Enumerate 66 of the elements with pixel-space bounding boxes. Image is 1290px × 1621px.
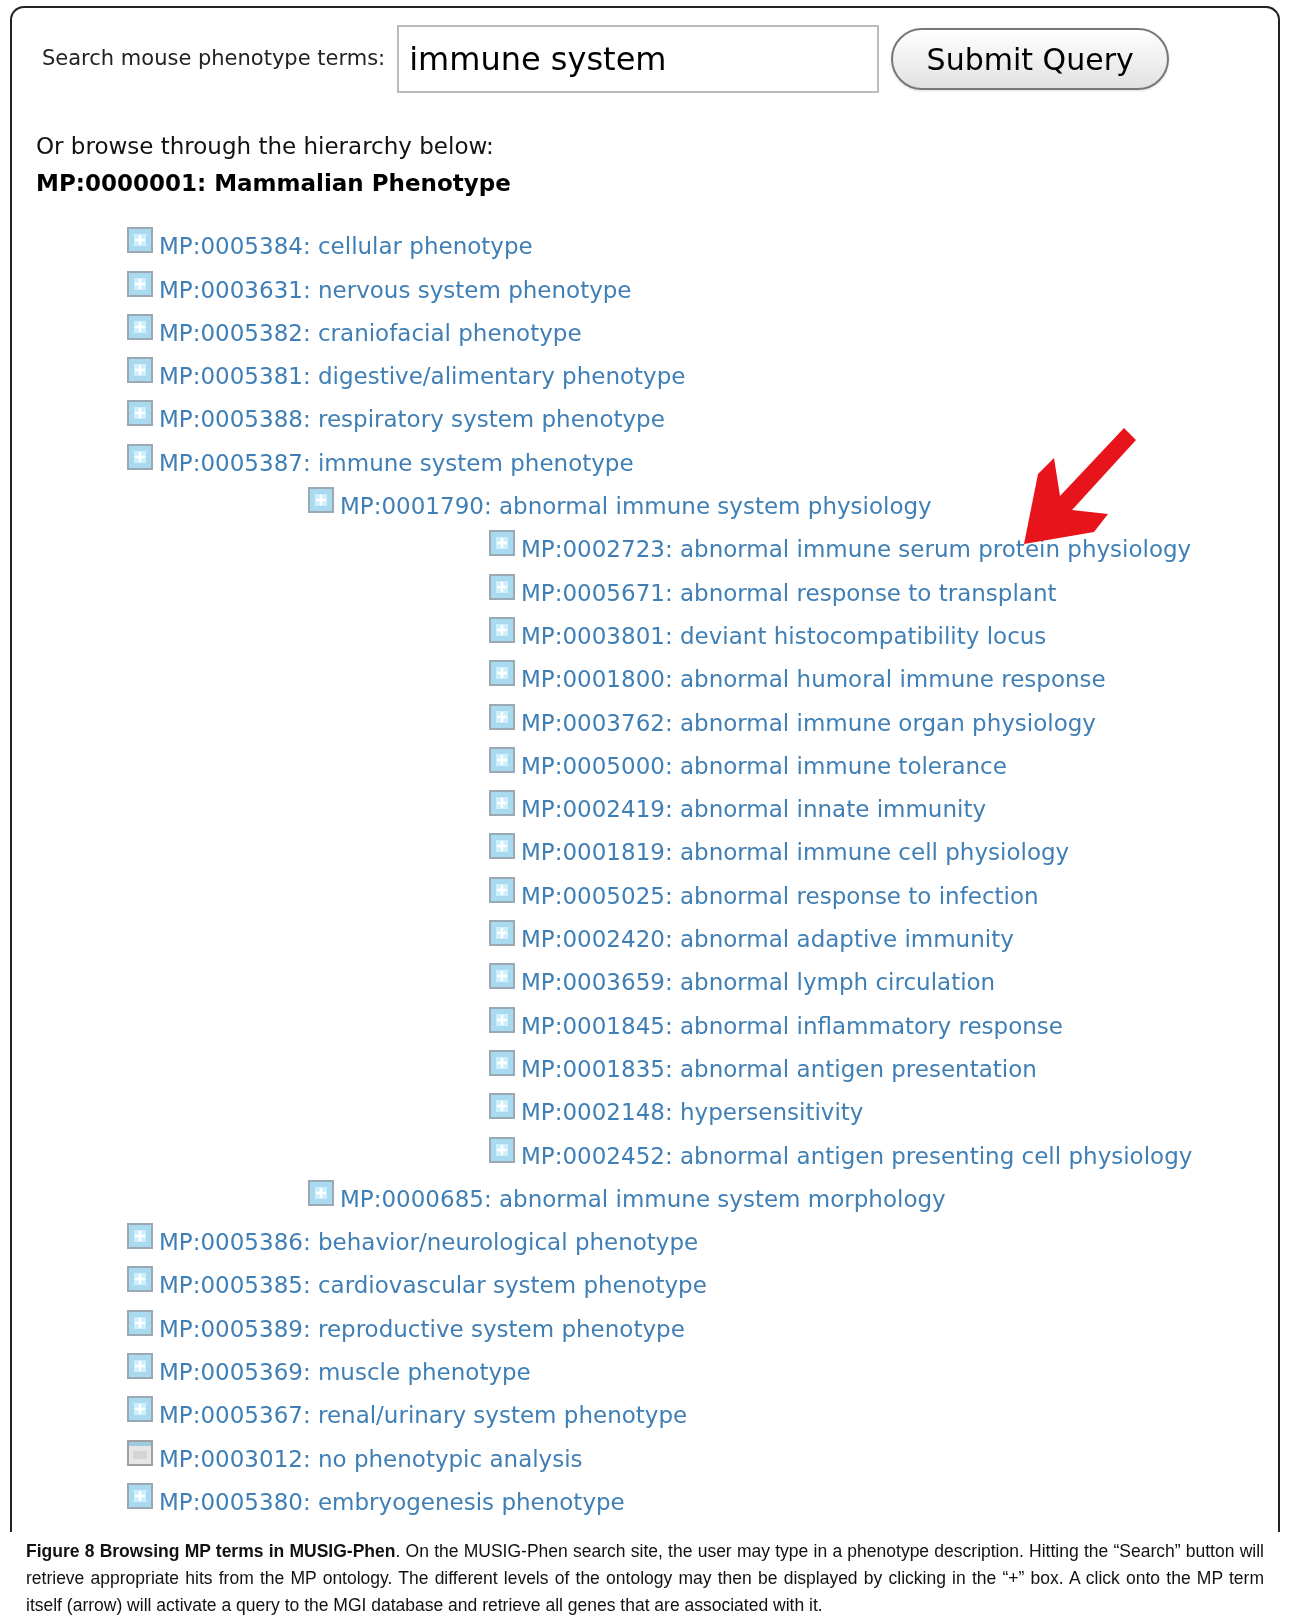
term-link[interactable]: MP:0003631: nervous system phenotype: [159, 274, 632, 305]
expand-icon[interactable]: [489, 746, 515, 773]
term-link[interactable]: MP:0002452: abnormal antigen presenting cell physiology: [521, 1140, 1193, 1171]
term-link[interactable]: MP:0005385: cardiovascular system phenotype: [159, 1270, 707, 1301]
root-term: MP:0000001: Mammalian Phenotype: [36, 168, 512, 198]
term-link[interactable]: MP:0002420: abnormal adaptive immunity: [521, 924, 1014, 955]
expand-icon[interactable]: [127, 1309, 153, 1336]
expand-icon[interactable]: [489, 1049, 515, 1076]
term-link[interactable]: MP:0005671: abnormal response to transplant: [521, 577, 1057, 608]
term-link[interactable]: MP:0005384: cellular phenotype: [159, 231, 533, 262]
term-link[interactable]: MP:0005000: abnormal immune tolerance: [521, 750, 1007, 781]
expand-icon[interactable]: [489, 790, 515, 817]
term-link[interactable]: MP:0003801: deviant histocompatibility locus: [521, 620, 1047, 651]
expand-icon[interactable]: [127, 1223, 153, 1250]
expand-icon[interactable]: [489, 573, 515, 600]
expand-icon[interactable]: [489, 920, 515, 947]
term-link[interactable]: MP:0001845: abnormal inflammatory response: [521, 1010, 1063, 1041]
term-link[interactable]: MP:0002723: abnormal immune serum protein physiology: [521, 534, 1192, 565]
expand-icon[interactable]: [127, 400, 153, 427]
term-link[interactable]: MP:0003762: abnormal immune organ physiology: [521, 707, 1096, 738]
term-link[interactable]: MP:0001800: abnormal humoral immune response: [521, 664, 1106, 695]
term-link[interactable]: MP:0003659: abnormal lymph circulation: [521, 967, 996, 998]
search-label: Search mouse phenotype terms:: [42, 45, 386, 73]
term-link[interactable]: MP:0000685: abnormal immune system morphology: [340, 1183, 946, 1214]
term-link[interactable]: MP:0001790: abnormal immune system physiology: [340, 491, 932, 522]
expand-icon[interactable]: [127, 1353, 153, 1379]
expand-icon[interactable]: [127, 1396, 153, 1423]
expand-icon[interactable]: [127, 227, 153, 254]
browse-hint: Or browse through the hierarchy below:: [36, 132, 495, 161]
expand-icon[interactable]: [127, 270, 153, 297]
term-link[interactable]: MP:0005380: embryogenesis phenotype: [159, 1486, 625, 1517]
expand-icon[interactable]: [489, 1136, 515, 1163]
term-link[interactable]: MP:0005025: abnormal response to infection: [521, 880, 1039, 911]
term-link[interactable]: MP:0001819: abnormal immune cell physiology: [521, 837, 1070, 868]
expand-icon[interactable]: [489, 1006, 515, 1033]
expand-icon[interactable]: [489, 1093, 515, 1120]
term-link[interactable]: MP:0005369: muscle phenotype: [159, 1357, 531, 1387]
submit-button[interactable]: Submit Query: [891, 28, 1170, 90]
expand-icon[interactable]: [489, 963, 515, 990]
term-link[interactable]: MP:0005386: behavior/neurological phenotype: [159, 1227, 699, 1258]
expand-icon[interactable]: [489, 833, 515, 860]
expand-icon[interactable]: [127, 1266, 153, 1293]
term-link[interactable]: MP:0005382: craniofacial phenotype: [159, 317, 582, 348]
expand-icon[interactable]: [308, 1179, 334, 1206]
term-link[interactable]: MP:0005381: digestive/alimentary phenotype: [159, 361, 686, 392]
term-link[interactable]: MP:0005367: renal/urinary system phenotype: [159, 1400, 688, 1431]
expand-icon[interactable]: [489, 616, 515, 643]
term-link[interactable]: MP:0003012: no phenotypic analysis: [159, 1443, 583, 1474]
term-link[interactable]: MP:0005389: reproductive system phenotype: [159, 1313, 685, 1344]
term-link[interactable]: MP:0001835: abnormal antigen presentation: [521, 1053, 1037, 1084]
term-link[interactable]: MP:0005388: respiratory system phenotype: [159, 404, 665, 435]
expand-icon[interactable]: [489, 876, 515, 903]
expand-icon[interactable]: [308, 487, 334, 514]
term-link[interactable]: MP:0005387: immune system phenotype: [159, 447, 634, 478]
leaf-icon[interactable]: [127, 1439, 153, 1466]
expand-icon[interactable]: [127, 313, 153, 340]
expand-icon[interactable]: [127, 357, 153, 384]
figure-caption: Figure 8 Browsing MP terms in MUSIG-Phen. On the MUSIG-Phen search site, the user may type in a phenotype description. Hitting the “Search” button will retrieve appropriate hits from the MP ontology. The different levels of the ontology may then be displayed by clicking in the “+” box. A click onto the MP term itself (arrow) will activate a query to the MGI database and retrieve all genes that are associated with it.: [26, 1540, 1264, 1617]
expand-icon[interactable]: [489, 660, 515, 687]
expand-icon[interactable]: [489, 703, 515, 730]
term-link[interactable]: MP:0002148: hypersensitivity: [521, 1097, 864, 1128]
term-link[interactable]: MP:0002419: abnormal innate immunity: [521, 794, 987, 825]
expand-icon[interactable]: [489, 530, 515, 557]
expand-icon[interactable]: [127, 1482, 153, 1509]
expand-icon[interactable]: [127, 443, 153, 470]
search-field[interactable]: immune system: [397, 25, 880, 93]
